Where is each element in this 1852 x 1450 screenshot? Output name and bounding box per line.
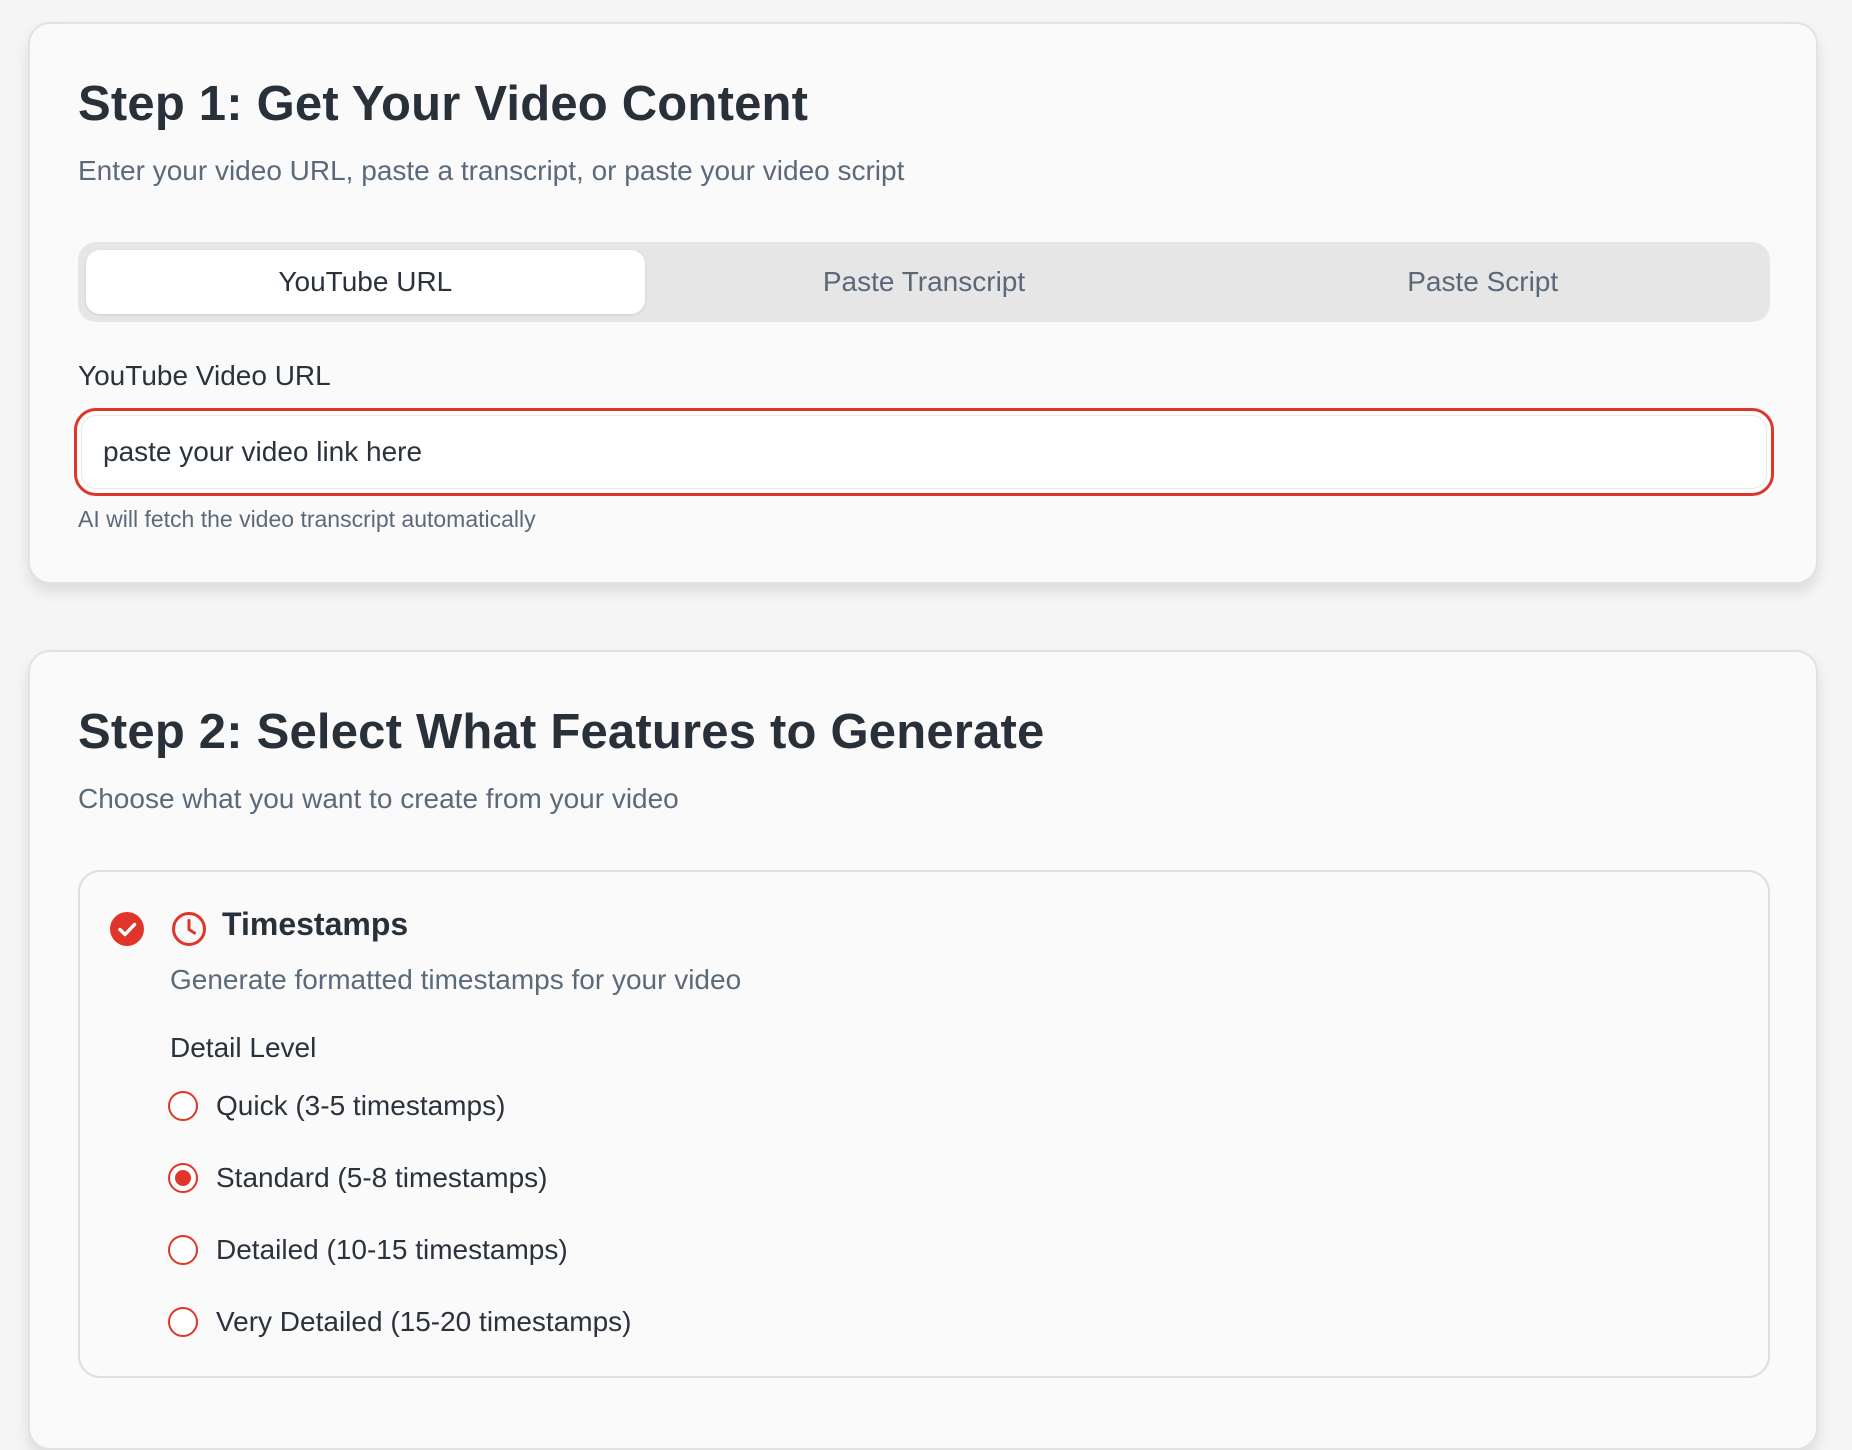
radio-label-detailed: Detailed (10-15 timestamps) bbox=[216, 1234, 568, 1265]
detail-option-very-detailed[interactable]: Very Detailed (15-20 timestamps) bbox=[168, 1302, 632, 1342]
tab-youtube-url[interactable]: YouTube URL bbox=[86, 250, 645, 314]
step2-title: Step 2: Select What Features to Generate bbox=[78, 705, 1045, 759]
step1-card: Step 1: Get Your Video Content Enter you… bbox=[28, 22, 1818, 584]
youtube-url-input[interactable] bbox=[74, 408, 1774, 496]
url-hint: AI will fetch the video transcript autom… bbox=[78, 506, 536, 532]
timestamps-title: Timestamps bbox=[222, 906, 409, 942]
clock-icon bbox=[172, 912, 206, 946]
radio-detailed[interactable] bbox=[168, 1235, 198, 1265]
timestamps-feature-card[interactable]: Timestamps Generate formatted timestamps… bbox=[78, 870, 1770, 1378]
step1-title: Step 1: Get Your Video Content bbox=[78, 77, 809, 131]
youtube-url-label: YouTube Video URL bbox=[78, 360, 331, 391]
radio-label-very-detailed: Very Detailed (15-20 timestamps) bbox=[216, 1306, 632, 1337]
detail-level-options: Quick (3-5 timestamps) Standard (5-8 tim… bbox=[168, 1086, 632, 1374]
detail-option-detailed[interactable]: Detailed (10-15 timestamps) bbox=[168, 1230, 632, 1270]
tab-paste-script[interactable]: Paste Script bbox=[1203, 250, 1762, 314]
source-tabs: YouTube URL Paste Transcript Paste Scrip… bbox=[78, 242, 1770, 322]
step2-card: Step 2: Select What Features to Generate… bbox=[28, 650, 1818, 1450]
step1-subtitle: Enter your video URL, paste a transcript… bbox=[78, 155, 905, 186]
timestamps-checkbox[interactable] bbox=[110, 912, 144, 946]
radio-label-standard: Standard (5-8 timestamps) bbox=[216, 1162, 548, 1193]
timestamps-description: Generate formatted timestamps for your v… bbox=[170, 964, 742, 995]
detail-option-quick[interactable]: Quick (3-5 timestamps) bbox=[168, 1086, 632, 1126]
radio-very-detailed[interactable] bbox=[168, 1307, 198, 1337]
detail-level-label: Detail Level bbox=[170, 1032, 317, 1063]
tab-paste-transcript[interactable]: Paste Transcript bbox=[645, 250, 1204, 314]
radio-quick[interactable] bbox=[168, 1091, 198, 1121]
step2-subtitle: Choose what you want to create from your… bbox=[78, 783, 679, 814]
check-icon bbox=[118, 922, 137, 937]
radio-label-quick: Quick (3-5 timestamps) bbox=[216, 1090, 506, 1121]
detail-option-standard[interactable]: Standard (5-8 timestamps) bbox=[168, 1158, 632, 1198]
radio-standard[interactable] bbox=[168, 1163, 198, 1193]
